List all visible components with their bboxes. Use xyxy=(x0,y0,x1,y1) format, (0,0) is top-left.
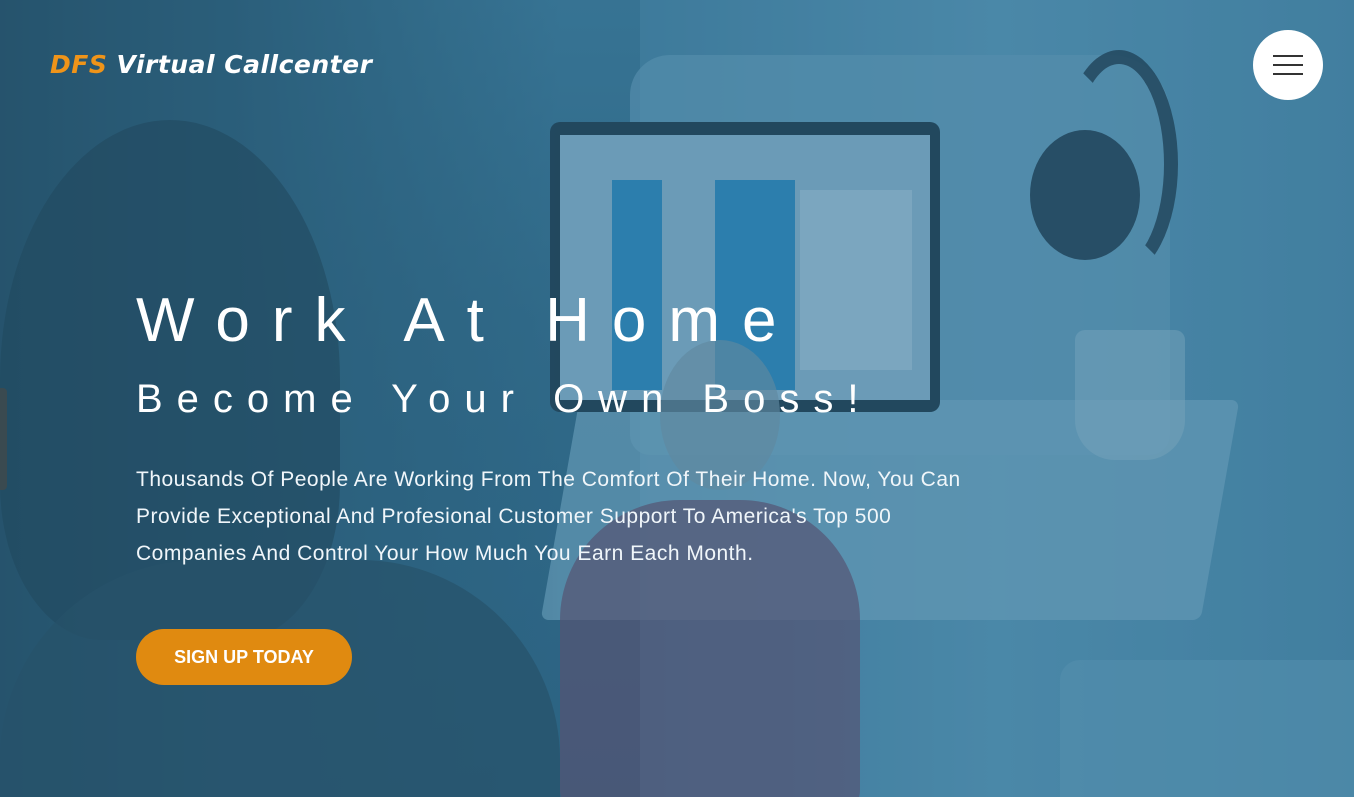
logo-brand-initials: DFS xyxy=(50,50,108,79)
site-logo[interactable]: DFS Virtual Callcenter xyxy=(50,50,372,79)
hero-content: Work At Home Become Your Own Boss! Thous… xyxy=(136,285,1036,572)
logo-brand-name: Virtual Callcenter xyxy=(107,50,373,79)
hero-title: Work At Home xyxy=(136,286,799,355)
hamburger-menu-icon xyxy=(1273,55,1303,57)
hamburger-menu-icon xyxy=(1273,73,1303,75)
sign-up-button[interactable]: SIGN UP TODAY xyxy=(136,629,352,685)
hero-description: Thousands Of People Are Working From The… xyxy=(136,468,961,565)
hero-subtitle: Become Your Own Boss! xyxy=(136,377,873,421)
side-tab[interactable] xyxy=(0,388,7,490)
hero-section: DFS Virtual Callcenter Work At Home Beco… xyxy=(0,0,1354,797)
hamburger-menu-icon xyxy=(1273,64,1303,66)
hamburger-menu-button[interactable] xyxy=(1253,30,1323,100)
